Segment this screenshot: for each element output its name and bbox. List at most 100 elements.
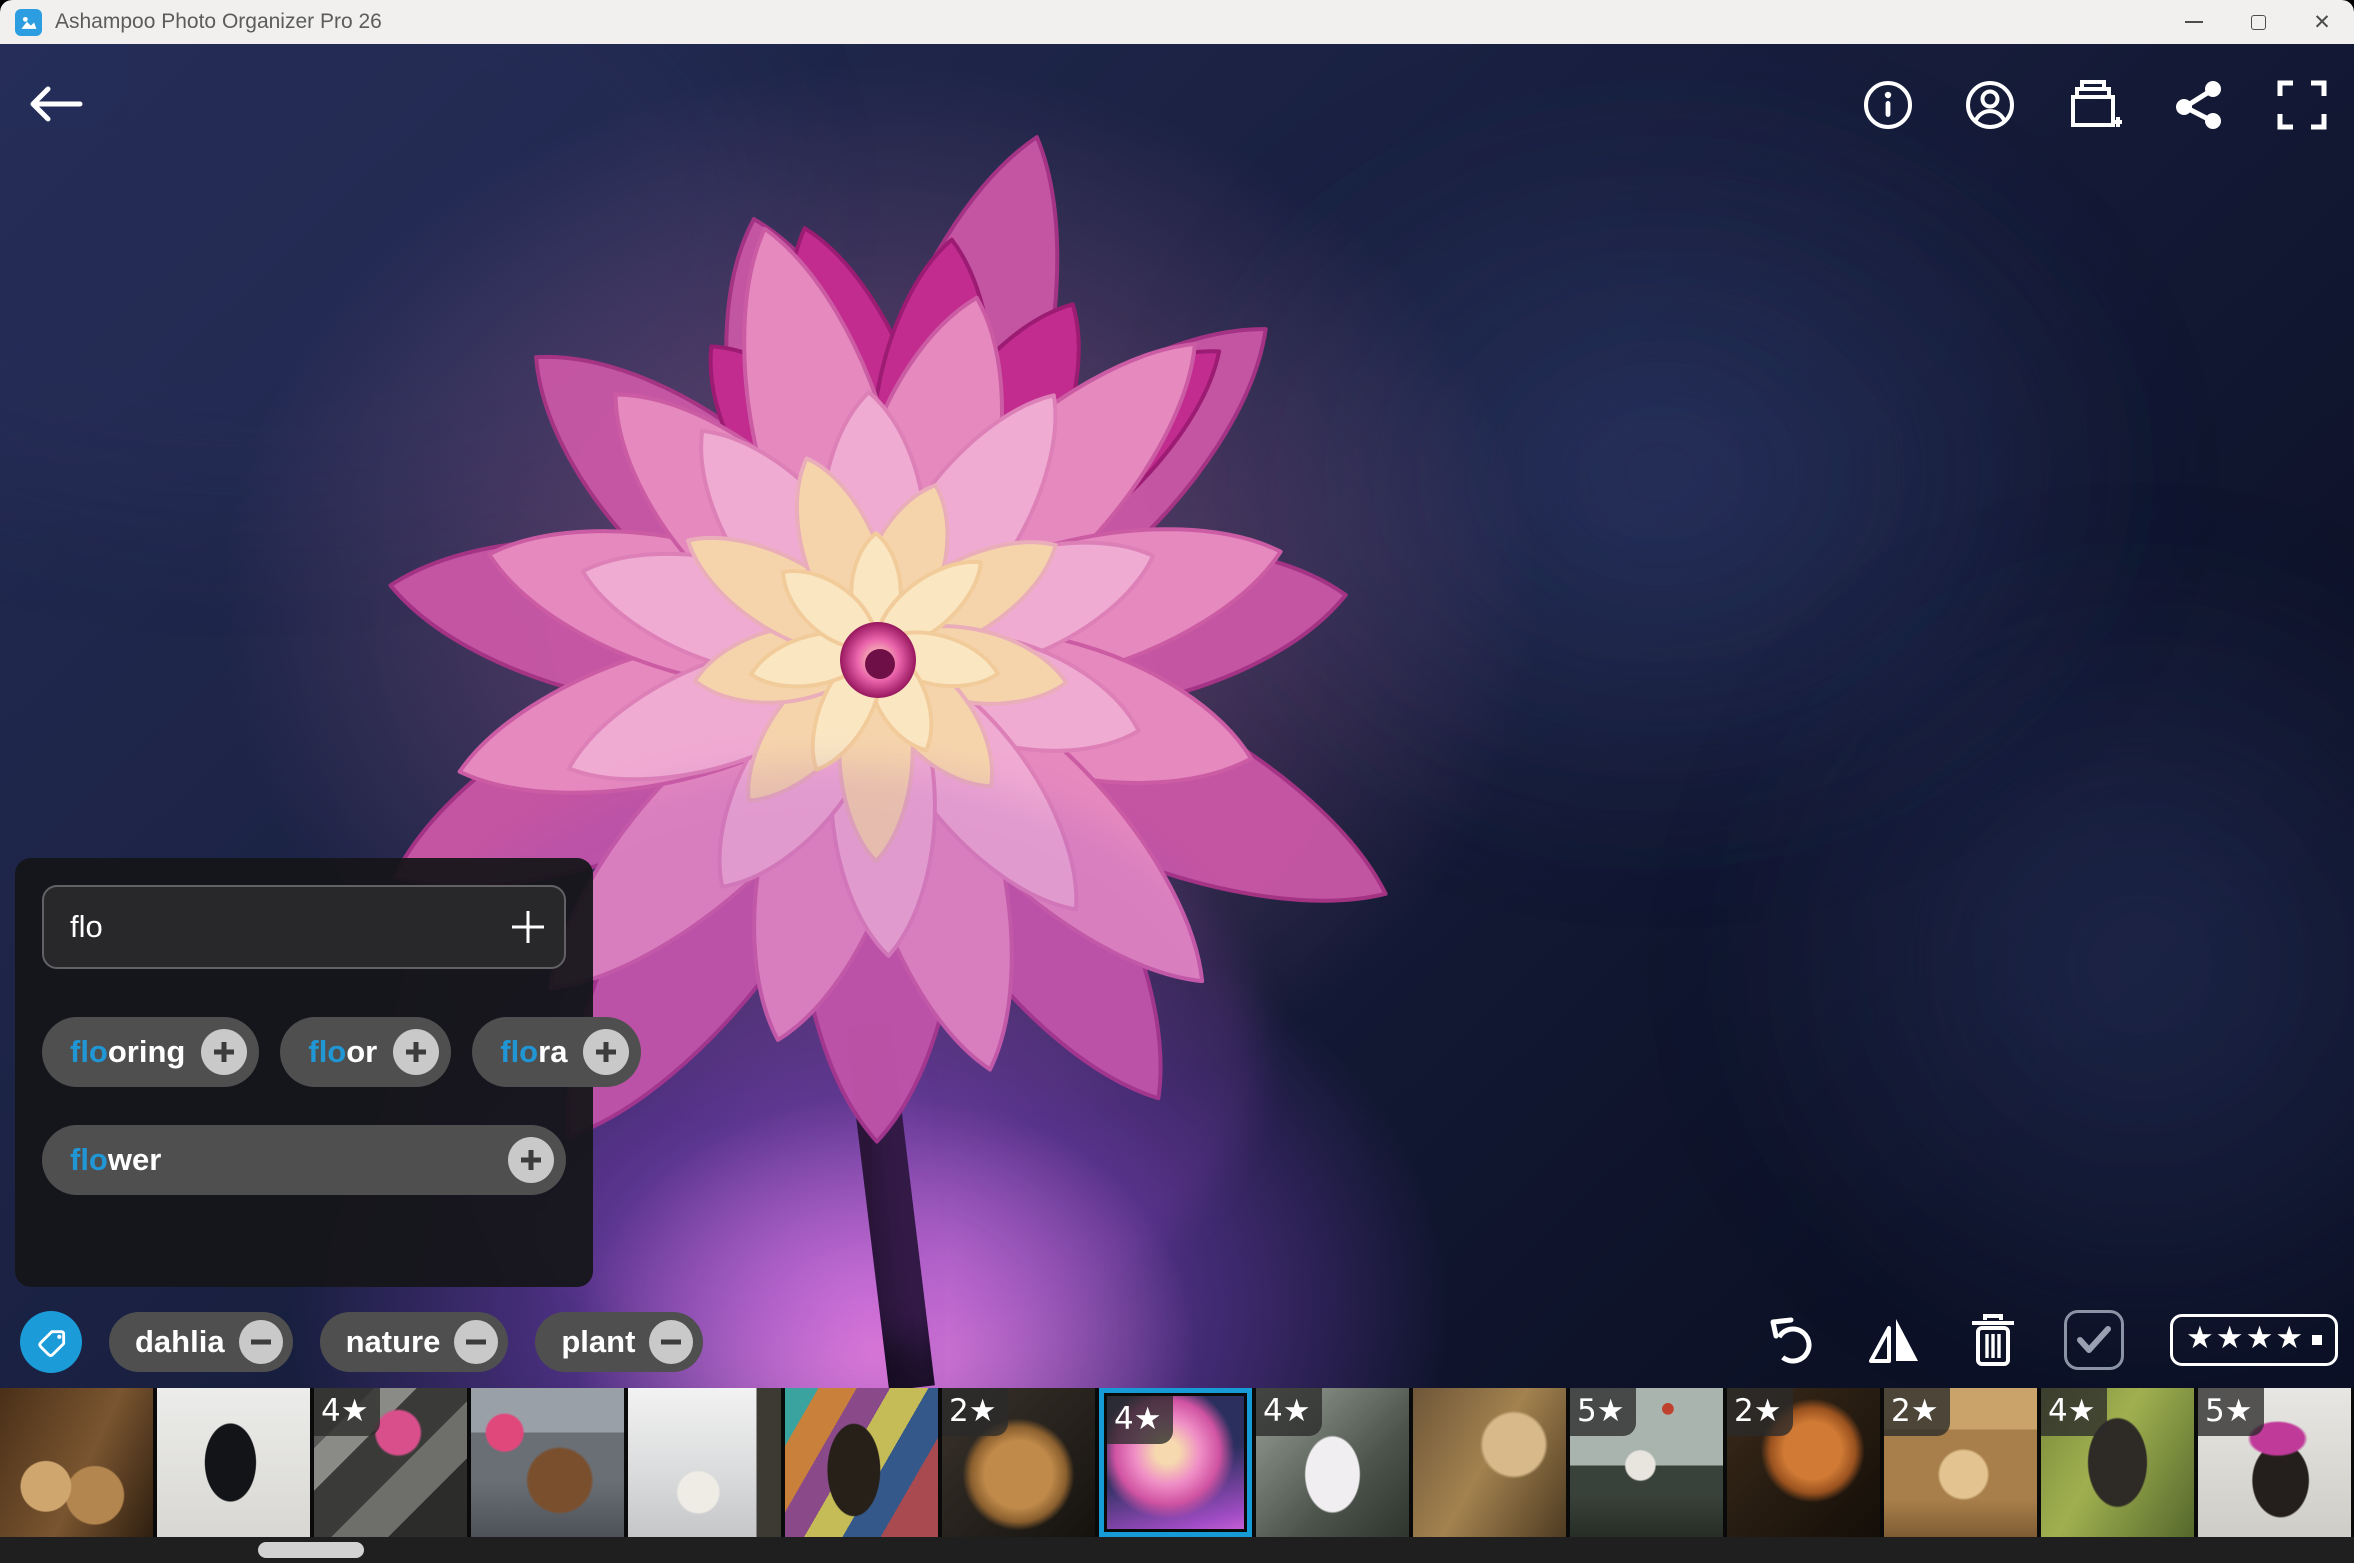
empty-star-dot xyxy=(2312,1335,2322,1345)
minus-circle-icon[interactable] xyxy=(454,1320,498,1364)
snowy-cat-photo xyxy=(628,1388,781,1537)
app-window: Ashampoo Photo Organizer Pro 26 ✕ xyxy=(0,0,2354,1563)
app-icon xyxy=(15,9,42,36)
maximize-button[interactable] xyxy=(2226,0,2290,44)
info-icon xyxy=(1862,79,1914,131)
tag-editor-panel: flooring floor flora flower xyxy=(15,858,593,1287)
window-title: Ashampoo Photo Organizer Pro 26 xyxy=(55,10,382,34)
filmstrip-thumbnail-dahlia-flower[interactable]: 4★ xyxy=(1099,1388,1252,1537)
flip-horizontal-button[interactable] xyxy=(1866,1313,1922,1367)
plus-circle-icon[interactable] xyxy=(583,1029,629,1075)
tag-suggestions-row: flooring floor flora xyxy=(42,1017,566,1087)
fullscreen-button[interactable] xyxy=(2276,79,2328,131)
filmstrip-thumbnail-dog-graffiti[interactable] xyxy=(785,1388,938,1537)
add-tag-button[interactable] xyxy=(508,907,548,947)
back-arrow-icon xyxy=(24,82,86,126)
tag-suggestion-label: flower xyxy=(70,1142,161,1178)
minus-circle-icon[interactable] xyxy=(649,1320,693,1364)
tag-icon xyxy=(32,1323,70,1361)
plus-circle-icon[interactable] xyxy=(201,1029,247,1075)
minus-circle-icon[interactable] xyxy=(239,1320,283,1364)
close-button[interactable]: ✕ xyxy=(2290,0,2354,44)
share-icon xyxy=(2172,79,2226,131)
plus-icon xyxy=(508,907,548,947)
filmstrip-thumbnail-girl-with-balloons[interactable]: 5★ xyxy=(1570,1388,1723,1537)
filmstrip: 4★ 2★ 4★ 4★ 5★ 2★ 2★ 4★ 5★ xyxy=(0,1388,2354,1537)
current-tag-dahlia[interactable]: dahlia xyxy=(109,1312,293,1372)
tag-suggestion-flower[interactable]: flower xyxy=(42,1125,566,1195)
dog-graffiti-photo xyxy=(785,1388,938,1537)
filmstrip-thumbnail-dog-sepia-field[interactable]: 2★ xyxy=(1884,1388,2037,1537)
delete-button[interactable] xyxy=(1968,1312,2018,1368)
filmstrip-thumbnail-snowy-cat[interactable] xyxy=(628,1388,781,1537)
filmstrip-thumbnail-goats-in-barn[interactable] xyxy=(0,1388,153,1537)
filmstrip-thumbnail-shaggy-dog[interactable]: 4★ xyxy=(2041,1388,2194,1537)
filmstrip-thumbnail-white-cat[interactable]: 4★ xyxy=(1256,1388,1409,1537)
photo-viewer: flooring floor flora flower dahlia nature pl… xyxy=(0,44,2354,1388)
tag-suggestions-row: flower xyxy=(42,1125,566,1195)
plus-circle-icon[interactable] xyxy=(508,1137,554,1183)
current-tag-label: nature xyxy=(346,1324,441,1360)
window-controls: ✕ xyxy=(2162,0,2354,44)
star-rating[interactable]: ★★★★ xyxy=(2170,1314,2338,1366)
thumbnail-rating-badge: 4★ xyxy=(2041,1388,2107,1436)
filmstrip-thumbnail-dog-newspaper-wall[interactable]: 4★ xyxy=(314,1388,467,1537)
close-icon: ✕ xyxy=(2313,12,2331,33)
current-tag-nature[interactable]: nature xyxy=(320,1312,509,1372)
current-tags-row: dahlia nature plant xyxy=(20,1311,703,1373)
tag-suggestion-label: flooring xyxy=(70,1034,185,1070)
filmstrip-thumbnail-dog-ski-goggles[interactable]: 5★ xyxy=(2198,1388,2351,1537)
viewer-toolbar xyxy=(1862,78,2328,132)
rotate-left-icon xyxy=(1764,1312,1820,1368)
checkmark-icon xyxy=(2076,1325,2112,1355)
filmstrip-scrollbar-thumb[interactable] xyxy=(258,1542,364,1558)
tag-suggestion-label: floor xyxy=(308,1034,377,1070)
account-icon xyxy=(1964,79,2016,131)
current-tag-plant[interactable]: plant xyxy=(535,1312,703,1372)
filmstrip-thumbnail-spaniel-in-forest[interactable] xyxy=(1413,1388,1566,1537)
current-tag-label: plant xyxy=(561,1324,635,1360)
tag-suggestion-floor[interactable]: floor xyxy=(280,1017,451,1087)
thumbnail-rating-badge: 4★ xyxy=(314,1388,380,1436)
tag-search-input[interactable] xyxy=(42,885,566,969)
share-button[interactable] xyxy=(2172,79,2226,131)
thumbnail-rating-badge: 5★ xyxy=(2198,1388,2264,1436)
black-dog-snow-photo xyxy=(157,1388,310,1537)
plus-circle-icon[interactable] xyxy=(393,1029,439,1075)
filmstrip-thumbnail-golden-retriever[interactable]: 2★ xyxy=(942,1388,1095,1537)
photo-actions: ★★★★ xyxy=(1764,1310,2338,1370)
filled-stars: ★★★★ xyxy=(2186,1323,2305,1357)
goats-in-barn-photo xyxy=(0,1388,153,1537)
tag-suggestion-flora[interactable]: flora xyxy=(472,1017,641,1087)
filmstrip-thumbnail-fox[interactable]: 2★ xyxy=(1727,1388,1880,1537)
info-button[interactable] xyxy=(1862,79,1914,131)
tag-suggestion-flooring[interactable]: flooring xyxy=(42,1017,259,1087)
add-to-album-icon xyxy=(2066,78,2122,132)
select-photo-checkbox[interactable] xyxy=(2064,1310,2124,1370)
add-to-album-button[interactable] xyxy=(2066,78,2122,132)
thumbnail-rating-badge: 4★ xyxy=(1107,1396,1173,1444)
dog-pink-ribbon-photo xyxy=(471,1388,624,1537)
current-tag-label: dahlia xyxy=(135,1324,225,1360)
thumbnail-rating-badge: 2★ xyxy=(1884,1388,1950,1436)
thumbnail-rating-badge: 2★ xyxy=(1727,1388,1793,1436)
tag-suggestion-label: flora xyxy=(500,1034,567,1070)
back-button[interactable] xyxy=(24,82,86,126)
thumbnail-rating-badge: 4★ xyxy=(1256,1388,1322,1436)
thumbnail-rating-badge: 2★ xyxy=(942,1388,1008,1436)
minimize-button[interactable] xyxy=(2162,0,2226,44)
account-button[interactable] xyxy=(1964,79,2016,131)
tags-toggle-button[interactable] xyxy=(20,1311,82,1373)
thumbnail-rating-badge: 5★ xyxy=(1570,1388,1636,1436)
spaniel-in-forest-photo xyxy=(1413,1388,1566,1537)
filmstrip-thumbnail-black-dog-snow[interactable] xyxy=(157,1388,310,1537)
minimize-icon xyxy=(2185,21,2203,23)
delete-icon xyxy=(1968,1312,2018,1368)
fullscreen-icon xyxy=(2276,79,2328,131)
filmstrip-scrollbar-track[interactable] xyxy=(0,1537,2354,1563)
filmstrip-thumbnail-dog-pink-ribbon[interactable] xyxy=(471,1388,624,1537)
flip-horizontal-icon xyxy=(1866,1313,1922,1367)
maximize-icon xyxy=(2251,15,2266,30)
rotate-left-button[interactable] xyxy=(1764,1312,1820,1368)
titlebar: Ashampoo Photo Organizer Pro 26 ✕ xyxy=(0,0,2354,44)
